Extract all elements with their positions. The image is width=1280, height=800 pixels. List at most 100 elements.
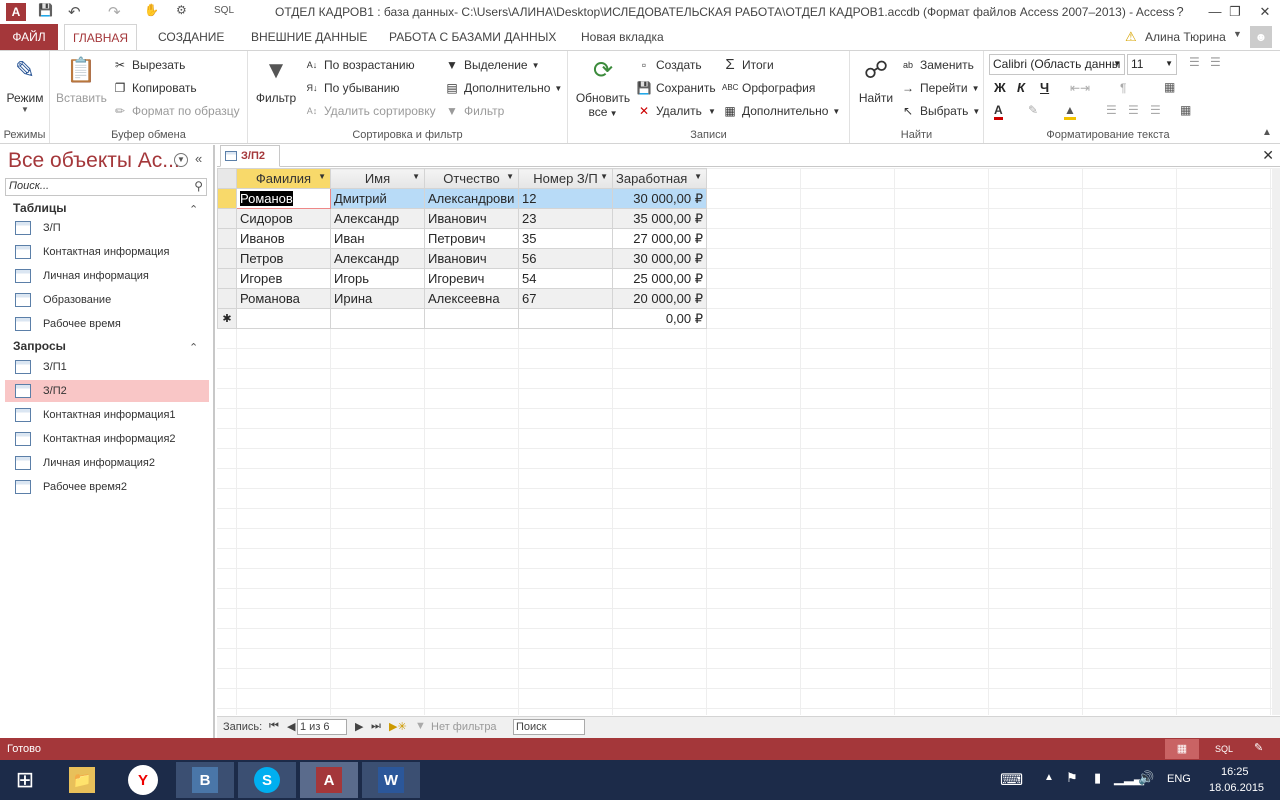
redo-icon[interactable]: ↷	[108, 3, 121, 21]
table-cell[interactable]: 12	[518, 188, 613, 209]
table-row[interactable]: Петров Александр Иванович 56 30 000,00 ₽	[217, 248, 707, 269]
table-cell[interactable]: Петрович	[424, 228, 519, 249]
record-selector[interactable]	[217, 208, 237, 229]
table-cell[interactable]: 30 000,00 ₽	[612, 188, 707, 209]
table-cell[interactable]: Игоревич	[424, 268, 519, 289]
restore-button[interactable]: ❐	[1220, 2, 1250, 22]
table-cell[interactable]: 54	[518, 268, 613, 289]
fill-color-icon[interactable]: ▲	[1064, 103, 1076, 120]
datasheet-view-button[interactable]: ▦	[1165, 739, 1199, 759]
action-center-icon[interactable]: ⚑	[1066, 770, 1078, 786]
close-document-icon[interactable]: ✕	[1262, 147, 1274, 164]
tab-database-tools[interactable]: РАБОТА С БАЗАМИ ДАННЫХ	[381, 24, 564, 50]
table-cell[interactable]: 67	[518, 288, 613, 309]
table-cell[interactable]: 56	[518, 248, 613, 269]
collapse-ribbon-icon[interactable]: ▲	[1262, 127, 1272, 138]
bold-button[interactable]: Ж	[994, 80, 1006, 95]
refresh-all-button[interactable]: ⟳ Обновить все ▼	[574, 55, 632, 119]
chevron-up-icon[interactable]: ▲	[1044, 772, 1054, 783]
new-record-button[interactable]: ▫ Создать	[636, 55, 702, 75]
taskbar-explorer[interactable]: 📁	[53, 762, 111, 798]
align-center-icon[interactable]: ☰	[1128, 103, 1139, 117]
tab-create[interactable]: СОЗДАНИЕ	[150, 24, 232, 50]
table-cell[interactable]: 23	[518, 208, 613, 229]
touch-mode-icon[interactable]: ✋	[144, 3, 159, 21]
datasheet-grid[interactable]: Фамилия ▼ Имя ▼ Отчество ▼ Номер З/П ▼ Зараб…	[217, 168, 1280, 715]
customize-qat-icon[interactable]: ⚙	[176, 3, 187, 21]
collapse-nav-icon[interactable]: «	[195, 151, 202, 166]
column-header[interactable]: Фамилия ▼	[236, 168, 331, 189]
column-header[interactable]: Отчество ▼	[424, 168, 519, 189]
paragraph-icon[interactable]: ¶	[1120, 81, 1126, 95]
table-cell[interactable]: 35 000,00 ₽	[612, 208, 707, 229]
clock-date[interactable]: 18.06.2015	[1209, 782, 1264, 794]
sql-view-status-button[interactable]: SQL	[1215, 744, 1233, 754]
table-cell[interactable]: Иванов	[236, 228, 331, 249]
table-row[interactable]: Романов Дмитрий Александрови 12 30 000,0…	[217, 188, 707, 209]
record-selector[interactable]	[217, 188, 237, 209]
search-icon[interactable]: ⚲	[194, 179, 203, 193]
language-indicator[interactable]: ENG	[1167, 773, 1191, 785]
view-mode-button[interactable]: ✎ Режим ▼	[4, 55, 46, 114]
table-cell[interactable]: Игорь	[330, 268, 425, 289]
last-record-icon[interactable]: ⏭	[371, 720, 381, 733]
taskbar-skype[interactable]: S	[238, 762, 296, 798]
chevron-down-icon[interactable]: ▼	[506, 172, 514, 181]
table-cell[interactable]: Иванович	[424, 208, 519, 229]
chevron-down-icon[interactable]: ▼	[318, 172, 326, 181]
new-record-row[interactable]: ✱ 0,00 ₽	[217, 308, 707, 329]
underline-button[interactable]: Ч	[1040, 80, 1049, 95]
toggle-filter-button[interactable]: ▼ Фильтр	[444, 101, 504, 121]
battery-icon[interactable]: ▮	[1094, 770, 1101, 786]
tab-file[interactable]: ФАЙЛ	[0, 24, 58, 50]
taskbar-yandex[interactable]: Y	[114, 762, 172, 798]
copy-button[interactable]: ❐ Копировать	[112, 78, 197, 98]
table-cell[interactable]: Александр	[330, 208, 425, 229]
sort-ascending-button[interactable]: A↓ По возрастанию	[304, 55, 415, 75]
table-cell[interactable]: Дмитрий	[330, 188, 425, 209]
alternate-row-color-icon[interactable]: ▦	[1180, 103, 1191, 117]
chevron-down-icon[interactable]: ▼	[412, 172, 420, 181]
undo-icon[interactable]: ↶	[68, 3, 81, 21]
chevron-up-icon[interactable]: ⌃	[189, 341, 198, 354]
vertical-scrollbar[interactable]	[1272, 168, 1280, 715]
advanced-filter-button[interactable]: ▤ Дополнительно ▼	[444, 78, 562, 98]
paste-button[interactable]: 📋 Вставить	[56, 55, 107, 105]
cut-button[interactable]: ✂ Вырезать	[112, 55, 185, 75]
section-tables[interactable]: Таблицы	[13, 201, 66, 215]
user-name[interactable]: Алина Тюрина	[1145, 30, 1226, 44]
filter-status[interactable]: Нет фильтра	[431, 721, 497, 733]
table-row[interactable]: Иванов Иван Петрович 35 27 000,00 ₽	[217, 228, 707, 249]
taskbar-vk[interactable]: B	[176, 762, 234, 798]
select-all-cell[interactable]	[217, 168, 237, 189]
filter-button[interactable]: ▼ Фильтр	[254, 55, 298, 105]
record-position-input[interactable]: 1 из 6	[297, 719, 347, 735]
keyboard-icon[interactable]: ⌨	[1000, 770, 1023, 790]
table-cell[interactable]: 35	[518, 228, 613, 249]
delete-record-button[interactable]: ✕ Удалить ▼	[636, 101, 716, 121]
more-records-button[interactable]: ▦ Дополнительно ▼	[722, 101, 840, 121]
table-cell[interactable]: Романова	[236, 288, 331, 309]
new-record-marker[interactable]: ✱	[217, 308, 237, 329]
sql-view-button[interactable]: SQL	[214, 5, 234, 23]
record-selector[interactable]	[217, 288, 237, 309]
font-select[interactable]: Calibri (Область данны ▼	[989, 54, 1125, 75]
table-cell[interactable]: Ирина	[330, 288, 425, 309]
nav-search-input[interactable]: Поиск... ⚲	[5, 178, 207, 196]
table-cell[interactable]: Александрови	[424, 188, 519, 209]
nav-pane-title[interactable]: Все объекты Ac...	[8, 149, 180, 173]
highlight-icon[interactable]: ✎	[1028, 103, 1038, 117]
chevron-down-icon[interactable]: ▼	[1233, 29, 1242, 39]
design-view-icon[interactable]: ✎	[1254, 741, 1263, 754]
tab-new[interactable]: Новая вкладка	[573, 24, 672, 50]
align-right-icon[interactable]: ☰	[1150, 103, 1161, 117]
indent-icon[interactable]: ⇤⇥	[1070, 81, 1090, 95]
sort-descending-button[interactable]: Я↓ По убыванию	[304, 78, 400, 98]
save-record-button[interactable]: 💾 Сохранить	[636, 78, 716, 98]
nav-item-table[interactable]: Рабочее время	[5, 313, 209, 335]
table-cell[interactable]	[236, 308, 331, 329]
nav-item-query[interactable]: Рабочее время2	[5, 476, 209, 498]
chevron-up-icon[interactable]: ⌃	[189, 203, 198, 216]
nav-item-query[interactable]: Контактная информация2	[5, 428, 209, 450]
chevron-down-icon[interactable]: ▼	[694, 172, 702, 181]
